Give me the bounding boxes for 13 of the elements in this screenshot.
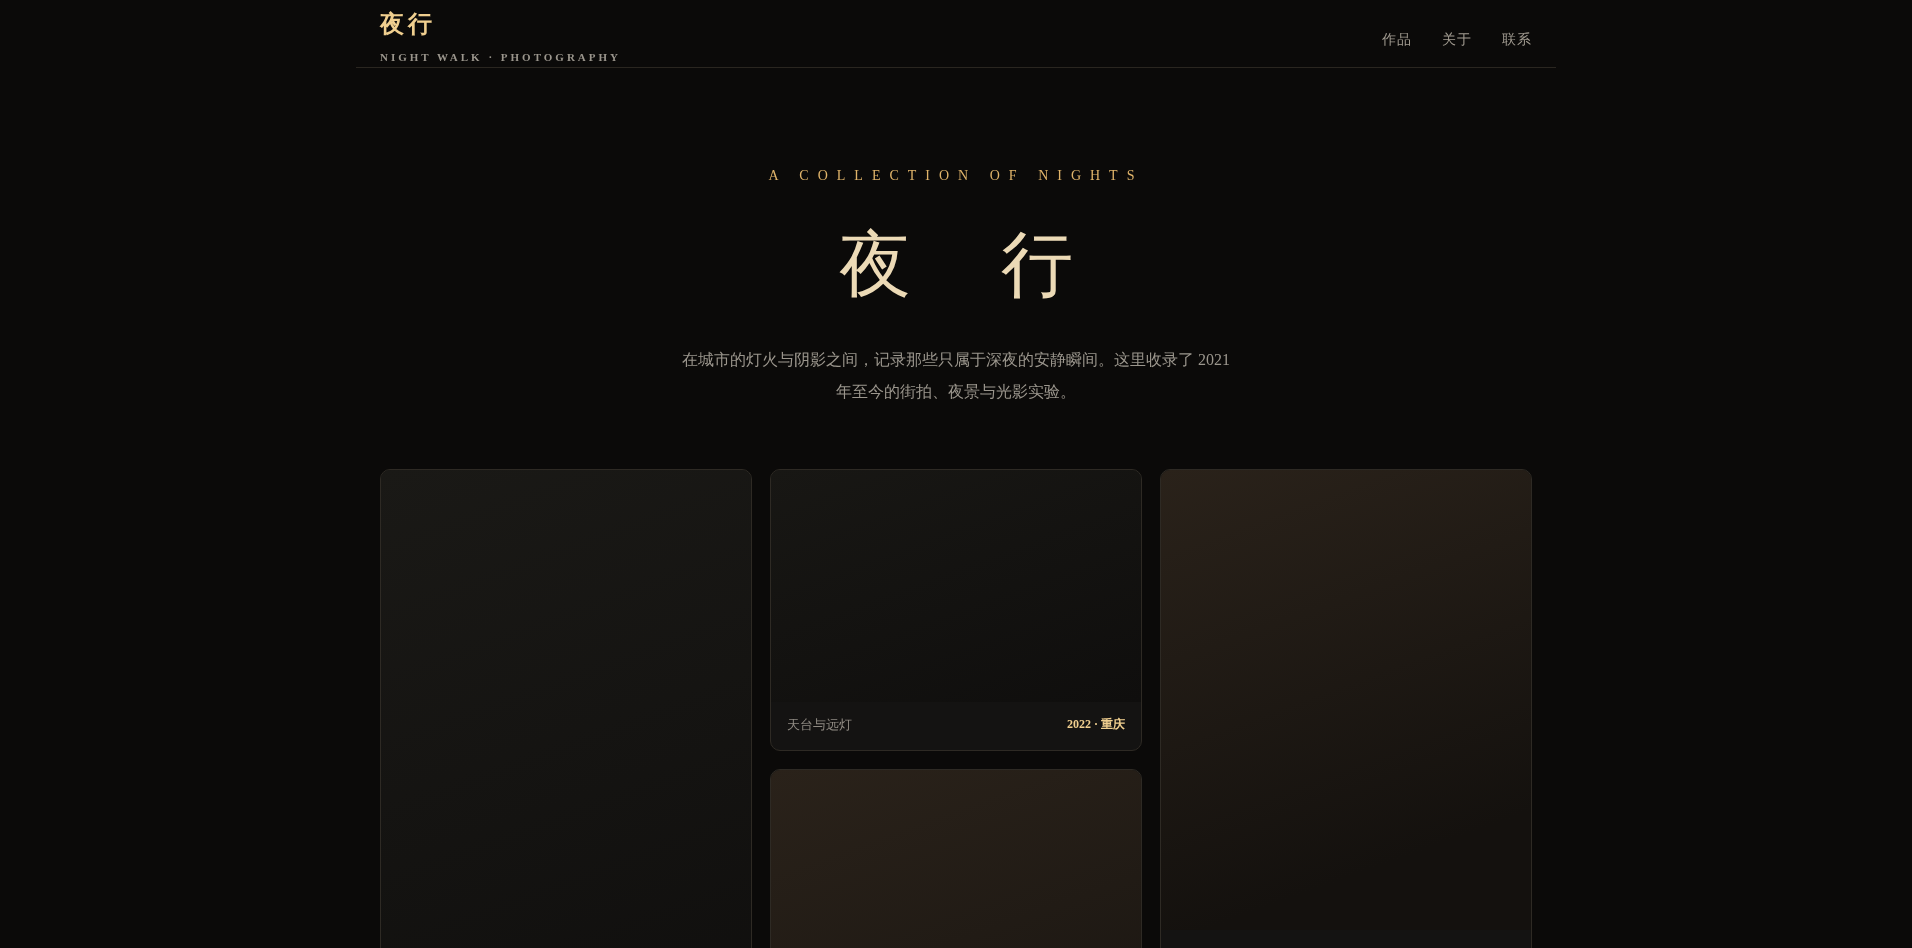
photo-card[interactable] [1160, 468, 1532, 948]
hero-title: 夜 行 [838, 224, 1074, 307]
nav-link[interactable]: 作品 [1382, 30, 1412, 49]
site-tagline: NIGHT WALK · PHOTOGRAPHY [380, 51, 621, 63]
photo-title: 天台与远灯 [787, 715, 852, 734]
hero-eyebrow: A COLLECTION OF NIGHTS [767, 168, 1145, 184]
photo-card[interactable]: 天台与远灯 2022 · 重庆 [770, 468, 1142, 751]
nav-link[interactable]: 联系 [1502, 30, 1532, 49]
site-logo[interactable]: 夜行 [380, 10, 621, 37]
hero-intro: 在城市的灯火与阴影之间，记录那些只属于深夜的安静瞬间。这里收录了 2021 年至今的街拍、夜景与光影实验。 [681, 350, 1231, 402]
photo-card[interactable] [380, 468, 752, 948]
photo-meta: 2022 · 重庆 [1067, 716, 1125, 733]
nav-link[interactable]: 关于 [1442, 30, 1472, 49]
